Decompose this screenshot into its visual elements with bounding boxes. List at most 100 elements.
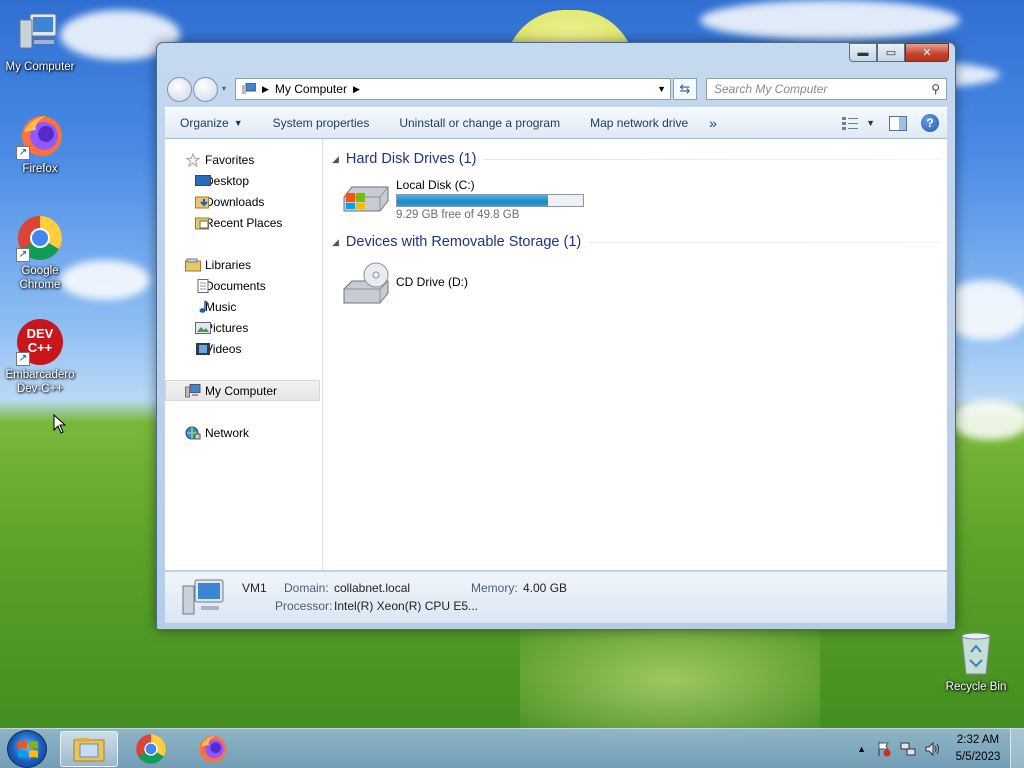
window-controls: ▬ ▭ ✕	[849, 43, 949, 62]
recent-pages-dropdown[interactable]: ▾	[222, 84, 226, 93]
computer-icon	[16, 10, 64, 58]
nav-desktop[interactable]: Desktop	[165, 170, 322, 191]
memory-value: 4.00 GB	[523, 581, 568, 595]
change-view-icon[interactable]	[842, 116, 860, 130]
nav-downloads[interactable]: Downloads	[165, 191, 322, 212]
desktop-icon-devcpp[interactable]: DEV C++ ↗ Embarcadero Dev-C++	[0, 318, 80, 396]
nav-documents[interactable]: Documents	[165, 275, 322, 296]
desktop-icon-label: Recycle Bin	[945, 681, 1007, 693]
nav-favorites[interactable]: Favorites	[165, 149, 322, 170]
volume-icon[interactable]	[924, 741, 940, 757]
taskbar-firefox-button[interactable]	[184, 731, 242, 767]
processor-value: Intel(R) Xeon(R) CPU E5...	[334, 599, 479, 613]
minimize-button[interactable]: ▬	[849, 43, 877, 62]
computer-icon	[242, 83, 256, 94]
navigation-pane: Favorites Desktop Downloads Recent Place…	[165, 139, 323, 570]
desktop-icon-my-computer[interactable]: My Computer	[0, 10, 80, 74]
command-bar: Organize ▼ System properties Uninstall or…	[165, 107, 947, 139]
network-status-icon[interactable]	[900, 741, 916, 757]
nav-music[interactable]: Music	[165, 296, 322, 317]
search-input[interactable]: Search My Computer ⚲	[706, 78, 947, 100]
downloads-folder-icon	[195, 196, 209, 208]
recent-places-icon	[195, 217, 209, 229]
search-icon[interactable]: ⚲	[931, 82, 940, 96]
domain-label: Domain:	[284, 581, 329, 595]
details-pane: VM1 Domain: collabnet.local Memory: 4.00…	[165, 571, 947, 623]
taskbar: ▲ 2:32 AM 5/5/2023	[0, 728, 1024, 768]
star-icon	[185, 152, 201, 167]
taskbar-explorer-button[interactable]	[60, 731, 118, 767]
chrome-icon: ↗	[16, 214, 64, 262]
desktop-icon-chrome[interactable]: ↗ Google Chrome	[0, 214, 80, 292]
nav-label: Desktop	[205, 173, 250, 188]
nav-recent-places[interactable]: Recent Places	[165, 212, 322, 233]
desktop-icon-firefox[interactable]: ↗ Firefox	[0, 112, 80, 176]
devcpp-icon: DEV C++ ↗	[16, 318, 64, 366]
computer-name: VM1	[242, 581, 267, 595]
group-header-hard-disk-drives[interactable]: ◢ Hard Disk Drives (1)	[332, 151, 942, 167]
forward-button[interactable]	[193, 77, 218, 102]
clock[interactable]: 2:32 AM 5/5/2023	[946, 732, 1010, 766]
taskbar-chrome-button[interactable]	[122, 731, 180, 767]
view-controls: ▼ ?	[842, 114, 939, 132]
refresh-button[interactable]: ⇆	[673, 78, 697, 100]
group-title: Hard Disk Drives (1)	[345, 151, 477, 167]
shortcut-arrow-icon: ↗	[16, 248, 30, 262]
start-button[interactable]	[7, 730, 47, 768]
show-desktop-button[interactable]	[1010, 729, 1024, 768]
help-button[interactable]: ?	[921, 114, 939, 132]
collapse-triangle-icon[interactable]: ◢	[332, 237, 339, 248]
nav-pictures[interactable]: Pictures	[165, 317, 322, 338]
group-header-removable-storage[interactable]: ◢ Devices with Removable Storage (1)	[332, 234, 942, 250]
desktop-icon-label: My Computer	[5, 61, 75, 73]
organize-label: Organize	[180, 116, 229, 130]
back-button[interactable]	[167, 77, 192, 102]
drive-item-c[interactable]: Local Disk (C:) 9.29 GB free of 49.8 GB	[342, 175, 602, 223]
search-placeholder: Search My Computer	[714, 82, 828, 96]
maximize-button[interactable]: ▭	[877, 43, 905, 62]
show-hidden-icons-icon[interactable]: ▲	[857, 744, 866, 754]
close-button[interactable]: ✕	[905, 43, 949, 62]
uninstall-program-button[interactable]: Uninstall or change a program	[384, 108, 575, 138]
drive-item-d[interactable]: CD Drive (D:)	[342, 259, 502, 307]
breadcrumb-my-computer[interactable]: My Computer	[275, 82, 347, 96]
nav-label: Documents	[205, 278, 266, 293]
view-dropdown-icon[interactable]: ▼	[866, 118, 875, 128]
breadcrumb-separator-icon: ▶	[262, 83, 269, 94]
drive-free-space: 9.29 GB free of 49.8 GB	[396, 209, 520, 221]
nav-label: Pictures	[205, 320, 249, 335]
group-divider	[589, 241, 942, 243]
hard-drive-icon	[343, 186, 389, 212]
collapse-triangle-icon[interactable]: ◢	[332, 154, 339, 165]
nav-label: Libraries	[205, 257, 252, 272]
desktop-icon-recycle-bin[interactable]: Recycle Bin	[936, 630, 1016, 694]
nav-label: Network	[205, 425, 250, 440]
breadcrumb-chevron-icon[interactable]: ▶	[353, 84, 360, 95]
mouse-cursor-icon	[53, 414, 67, 434]
desktop-icon-label: Firefox	[22, 163, 58, 175]
wallpaper-glow	[520, 620, 820, 740]
drive-usage-fill	[397, 195, 549, 206]
nav-libraries[interactable]: Libraries	[165, 254, 322, 275]
nav-label: Favorites	[205, 152, 255, 167]
more-commands-button[interactable]: »	[703, 108, 723, 138]
organize-button[interactable]: Organize ▼	[165, 108, 258, 138]
cd-drive-icon	[343, 262, 389, 304]
address-dropdown-icon[interactable]: ▼	[657, 84, 666, 94]
action-center-flag-icon[interactable]	[876, 741, 892, 757]
nav-videos[interactable]: Videos	[165, 338, 322, 359]
uninstall-label: Uninstall or change a program	[399, 116, 561, 130]
preview-pane-icon[interactable]	[889, 115, 907, 131]
nav-my-computer[interactable]: My Computer	[165, 380, 320, 401]
pictures-icon	[195, 321, 211, 334]
map-network-drive-button[interactable]: Map network drive	[575, 108, 703, 138]
processor-label: Processor:	[275, 599, 333, 613]
nav-label: My Computer	[205, 383, 278, 398]
shortcut-arrow-icon: ↗	[16, 146, 30, 160]
music-icon	[199, 299, 209, 313]
nav-network[interactable]: Network	[165, 422, 322, 443]
system-tray: ▲ 2:32 AM 5/5/2023	[857, 729, 1024, 768]
address-bar[interactable]: ▶ My Computer ▶ ▼	[235, 78, 671, 100]
computer-icon	[182, 579, 224, 615]
system-properties-button[interactable]: System properties	[258, 108, 385, 138]
